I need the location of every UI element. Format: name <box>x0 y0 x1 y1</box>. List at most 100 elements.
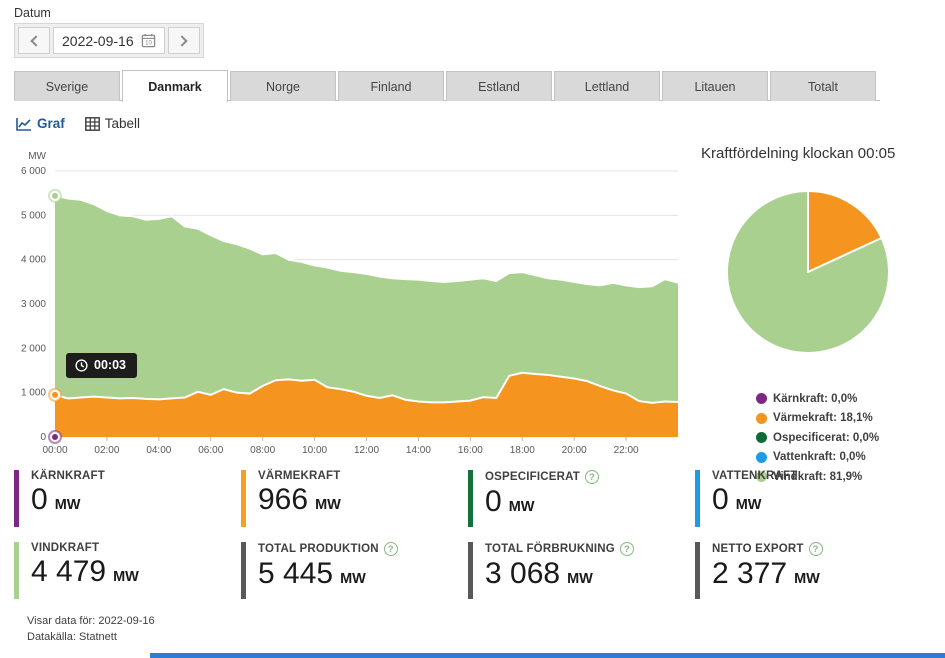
svg-text:02:00: 02:00 <box>94 445 119 456</box>
card-unit: MW <box>794 571 820 587</box>
card-value: 0 <box>31 483 48 516</box>
clock-icon <box>75 359 88 372</box>
power-dashboard: Datum 2022-09-16 10 Sverige Danmark Norg… <box>0 0 945 658</box>
card-varmekraft: VÄRMEKRAFT? 966MW <box>241 468 468 540</box>
stat-cards: KÄRNKRAFT? 0MW VÄRMEKRAFT? 966MW OSPECIF… <box>14 468 934 612</box>
card-unit: MW <box>736 497 762 513</box>
card-unit: MW <box>55 497 81 513</box>
card-label: TOTAL PRODUKTION <box>258 543 379 555</box>
svg-text:MW: MW <box>28 151 46 162</box>
footer-source-line: Datakälla: Statnett <box>27 629 155 645</box>
help-icon[interactable]: ? <box>384 542 398 556</box>
next-day-button[interactable] <box>168 27 200 54</box>
tab-finland[interactable]: Finland <box>338 71 444 101</box>
card-unit: MW <box>567 571 593 587</box>
previous-day-button[interactable] <box>18 27 50 54</box>
view-tabell-button[interactable]: Tabell <box>85 116 140 131</box>
card-value: 2 377 <box>712 557 787 590</box>
svg-text:16:00: 16:00 <box>458 445 483 456</box>
svg-text:2 000: 2 000 <box>21 343 46 354</box>
svg-text:10: 10 <box>145 40 152 47</box>
card-vattenkraft: VATTENKRAFT? 0MW <box>695 468 922 540</box>
production-area-chart[interactable]: 01 0002 0003 0004 0005 0006 000MW00:0002… <box>0 146 700 458</box>
calendar-icon[interactable]: 10 <box>141 33 156 48</box>
card-label: VÄRMEKRAFT <box>258 470 341 482</box>
date-value: 2022-09-16 <box>62 33 134 49</box>
tabell-label: Tabell <box>105 116 140 131</box>
svg-text:1 000: 1 000 <box>21 388 46 399</box>
legend-item-ospecificerat: Ospecificerat: 0,0% <box>756 428 942 448</box>
svg-text:18:00: 18:00 <box>510 445 535 456</box>
legend-item-varmekraft: Värmekraft: 18,1% <box>756 409 942 429</box>
help-icon[interactable]: ? <box>620 542 634 556</box>
footer-date-line: Visar data för: 2022-09-16 <box>27 613 155 629</box>
card-value: 3 068 <box>485 557 560 590</box>
date-section-label: Datum <box>14 6 51 20</box>
pie-chart-svg[interactable] <box>690 168 930 376</box>
help-icon[interactable]: ? <box>585 470 599 484</box>
karnkraft-dot-icon <box>756 393 767 404</box>
tab-totalt[interactable]: Totalt <box>770 71 876 101</box>
footer: Visar data för: 2022-09-16 Datakälla: St… <box>27 613 155 645</box>
country-tabs: Sverige Danmark Norge Finland Estland Le… <box>14 70 880 101</box>
svg-text:6 000: 6 000 <box>21 166 46 177</box>
varmekraft-dot-icon <box>756 413 767 424</box>
pie-chart-block: Kraftfördelning klockan 00:05 Kärnkraft:… <box>690 145 942 487</box>
card-vindkraft: VINDKRAFT? 4 479MW <box>14 540 241 612</box>
legend-item-vattenkraft: Vattenkraft: 0,0% <box>756 448 942 468</box>
tab-estland[interactable]: Estland <box>446 71 552 101</box>
view-graf-button[interactable]: Graf <box>16 116 65 131</box>
card-netto-export: NETTO EXPORT? 2 377 MW <box>695 540 922 612</box>
area-chart-svg[interactable]: 01 0002 0003 0004 0005 0006 000MW00:0002… <box>0 146 700 458</box>
view-toggle: Graf Tabell <box>16 116 140 131</box>
card-value: 0 <box>712 483 729 516</box>
table-icon <box>85 117 100 131</box>
card-ospecificerat: OSPECIFICERAT? 0 MW <box>468 468 695 540</box>
tooltip-time: 00:03 <box>94 358 126 372</box>
svg-text:14:00: 14:00 <box>406 445 431 456</box>
pie-chart-title: Kraftfördelning klockan 00:05 <box>690 145 942 162</box>
card-label: OSPECIFICERAT <box>485 471 580 483</box>
vattenkraft-dot-icon <box>756 452 767 463</box>
legend-label: Vattenkraft: 0,0% <box>773 451 866 463</box>
card-total-forbrukning: TOTAL FÖRBRUKNING? 3 068 MW <box>468 540 695 612</box>
card-value: 966 <box>258 483 308 516</box>
card-label: KÄRNKRAFT <box>31 470 105 482</box>
ospecificerat-dot-icon <box>756 432 767 443</box>
chevron-left-icon <box>30 35 41 46</box>
svg-text:0: 0 <box>40 432 46 443</box>
svg-text:4 000: 4 000 <box>21 255 46 266</box>
svg-text:5 000: 5 000 <box>21 210 46 221</box>
tab-danmark[interactable]: Danmark <box>122 70 228 102</box>
legend-item-karnkraft: Kärnkraft: 0,0% <box>756 389 942 409</box>
card-karnkraft: KÄRNKRAFT? 0MW <box>14 468 241 540</box>
card-unit: MW <box>340 571 366 587</box>
svg-text:20:00: 20:00 <box>562 445 587 456</box>
line-chart-icon <box>16 117 32 131</box>
svg-text:22:00: 22:00 <box>614 445 639 456</box>
card-label: VATTENKRAFT <box>712 470 797 482</box>
card-unit: MW <box>113 569 139 585</box>
svg-text:06:00: 06:00 <box>198 445 223 456</box>
tab-lettland[interactable]: Lettland <box>554 71 660 101</box>
card-label: VINDKRAFT <box>31 542 99 554</box>
svg-text:3 000: 3 000 <box>21 299 46 310</box>
card-value: 0 <box>485 485 502 518</box>
graf-label: Graf <box>37 116 65 131</box>
date-input[interactable]: 2022-09-16 10 <box>53 27 165 54</box>
svg-text:08:00: 08:00 <box>250 445 275 456</box>
svg-text:12:00: 12:00 <box>354 445 379 456</box>
card-unit: MW <box>509 499 535 515</box>
card-value: 5 445 <box>258 557 333 590</box>
legend-label: Värmekraft: 18,1% <box>773 412 873 424</box>
date-picker: 2022-09-16 10 <box>14 23 204 58</box>
chart-tooltip: 00:03 <box>66 353 137 378</box>
tab-sverige[interactable]: Sverige <box>14 71 120 101</box>
tab-litauen[interactable]: Litauen <box>662 71 768 101</box>
card-label: TOTAL FÖRBRUKNING <box>485 543 615 555</box>
card-label: NETTO EXPORT <box>712 543 804 555</box>
help-icon[interactable]: ? <box>809 542 823 556</box>
card-total-produktion: TOTAL PRODUKTION? 5 445 MW <box>241 540 468 612</box>
tab-norge[interactable]: Norge <box>230 71 336 101</box>
chevron-right-icon <box>176 35 187 46</box>
